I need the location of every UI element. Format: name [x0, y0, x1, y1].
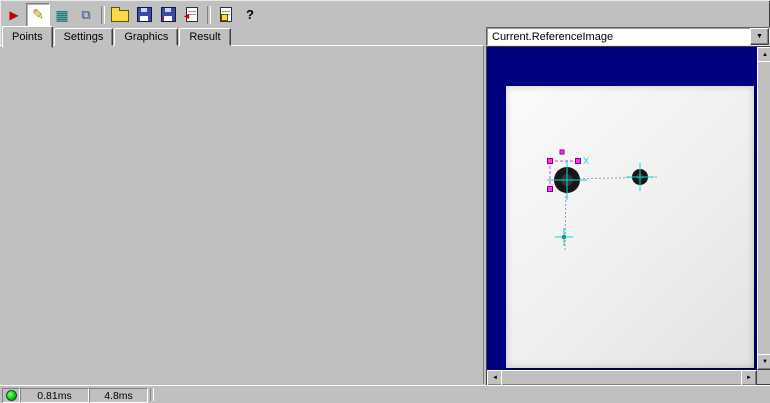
tab-label: Points — [12, 31, 43, 43]
edit-pen-icon: ✎ — [32, 7, 44, 21]
image-source-dropdown[interactable]: Current.ReferenceImage — [486, 27, 770, 46]
tab-graphics[interactable]: Graphics — [114, 28, 178, 46]
process-time-cell: 0.81ms — [20, 388, 89, 403]
spreadsheet-icon: ▦ — [55, 8, 68, 22]
save-icon — [137, 7, 152, 22]
process-time: 0.81ms — [37, 390, 71, 402]
open-button[interactable] — [108, 3, 132, 27]
import-button[interactable]: ◄ — [180, 3, 204, 27]
scroll-down-icon[interactable]: ▼ — [757, 354, 770, 370]
reference-image-canvas[interactable]: X — [506, 86, 754, 368]
status-divider — [150, 388, 154, 401]
vertical-scroll-thumb[interactable] — [757, 61, 770, 358]
run-icon: ▶ — [9, 9, 18, 21]
overhead-time: 4.8ms — [104, 390, 133, 402]
overhead-time-cell: 4.8ms — [89, 388, 148, 403]
help-icon: ? — [246, 8, 254, 21]
import-icon: ◄ — [186, 7, 198, 22]
toolbar-separator — [101, 6, 105, 24]
open-folder-icon — [111, 10, 129, 22]
copy-cells-icon: ⧉ — [81, 8, 90, 21]
status-bar: 0.81ms 4.8ms — [0, 385, 770, 403]
main-toolbar: ▶ ✎ ▦ ⧉ ◄ ◄ ? — [2, 2, 768, 27]
fiducial-marks — [554, 167, 648, 239]
tab-label: Graphics — [124, 31, 168, 43]
tab-settings[interactable]: Settings — [54, 28, 114, 46]
vertical-scrollbar[interactable]: ▲ ▼ — [757, 47, 770, 370]
axis-x-label: X — [583, 156, 589, 166]
status-led-cell — [2, 388, 20, 403]
scrollbar-corner — [757, 370, 770, 384]
tab-result[interactable]: Result — [179, 28, 230, 46]
points-tab-page — [0, 45, 484, 384]
tab-strip: Points Settings Graphics Result — [2, 28, 232, 46]
image-overlay: X — [506, 86, 754, 368]
horizontal-scrollbar[interactable]: ◄ ► — [487, 370, 757, 384]
image-viewer[interactable]: X — [486, 46, 770, 385]
image-source-value: Current.ReferenceImage — [487, 28, 750, 45]
chevron-down-icon[interactable] — [750, 28, 769, 45]
scroll-right-icon[interactable]: ► — [741, 370, 757, 386]
save-image-button[interactable]: ◄ — [156, 3, 180, 27]
edit-mode-button[interactable]: ✎ — [26, 3, 50, 27]
spreadsheet-button[interactable]: ▦ — [50, 3, 74, 27]
save-button[interactable] — [132, 3, 156, 27]
run-button[interactable]: ▶ — [2, 3, 26, 27]
copy-cells-button[interactable]: ⧉ — [74, 3, 98, 27]
fixture-tool-window: ▶ ✎ ▦ ⧉ ◄ ◄ ? Points — [0, 0, 770, 402]
status-led-icon — [6, 390, 17, 401]
toolbar-separator — [207, 6, 211, 24]
tab-label: Settings — [64, 31, 104, 43]
save-image-icon: ◄ — [161, 7, 176, 22]
help-button[interactable]: ? — [238, 3, 262, 27]
guide-lines — [565, 177, 658, 250]
tab-points[interactable]: Points — [2, 26, 53, 48]
report-button[interactable] — [214, 3, 238, 27]
tab-label: Result — [189, 31, 220, 43]
report-icon — [220, 7, 232, 22]
horizontal-scroll-thumb[interactable] — [501, 370, 745, 386]
